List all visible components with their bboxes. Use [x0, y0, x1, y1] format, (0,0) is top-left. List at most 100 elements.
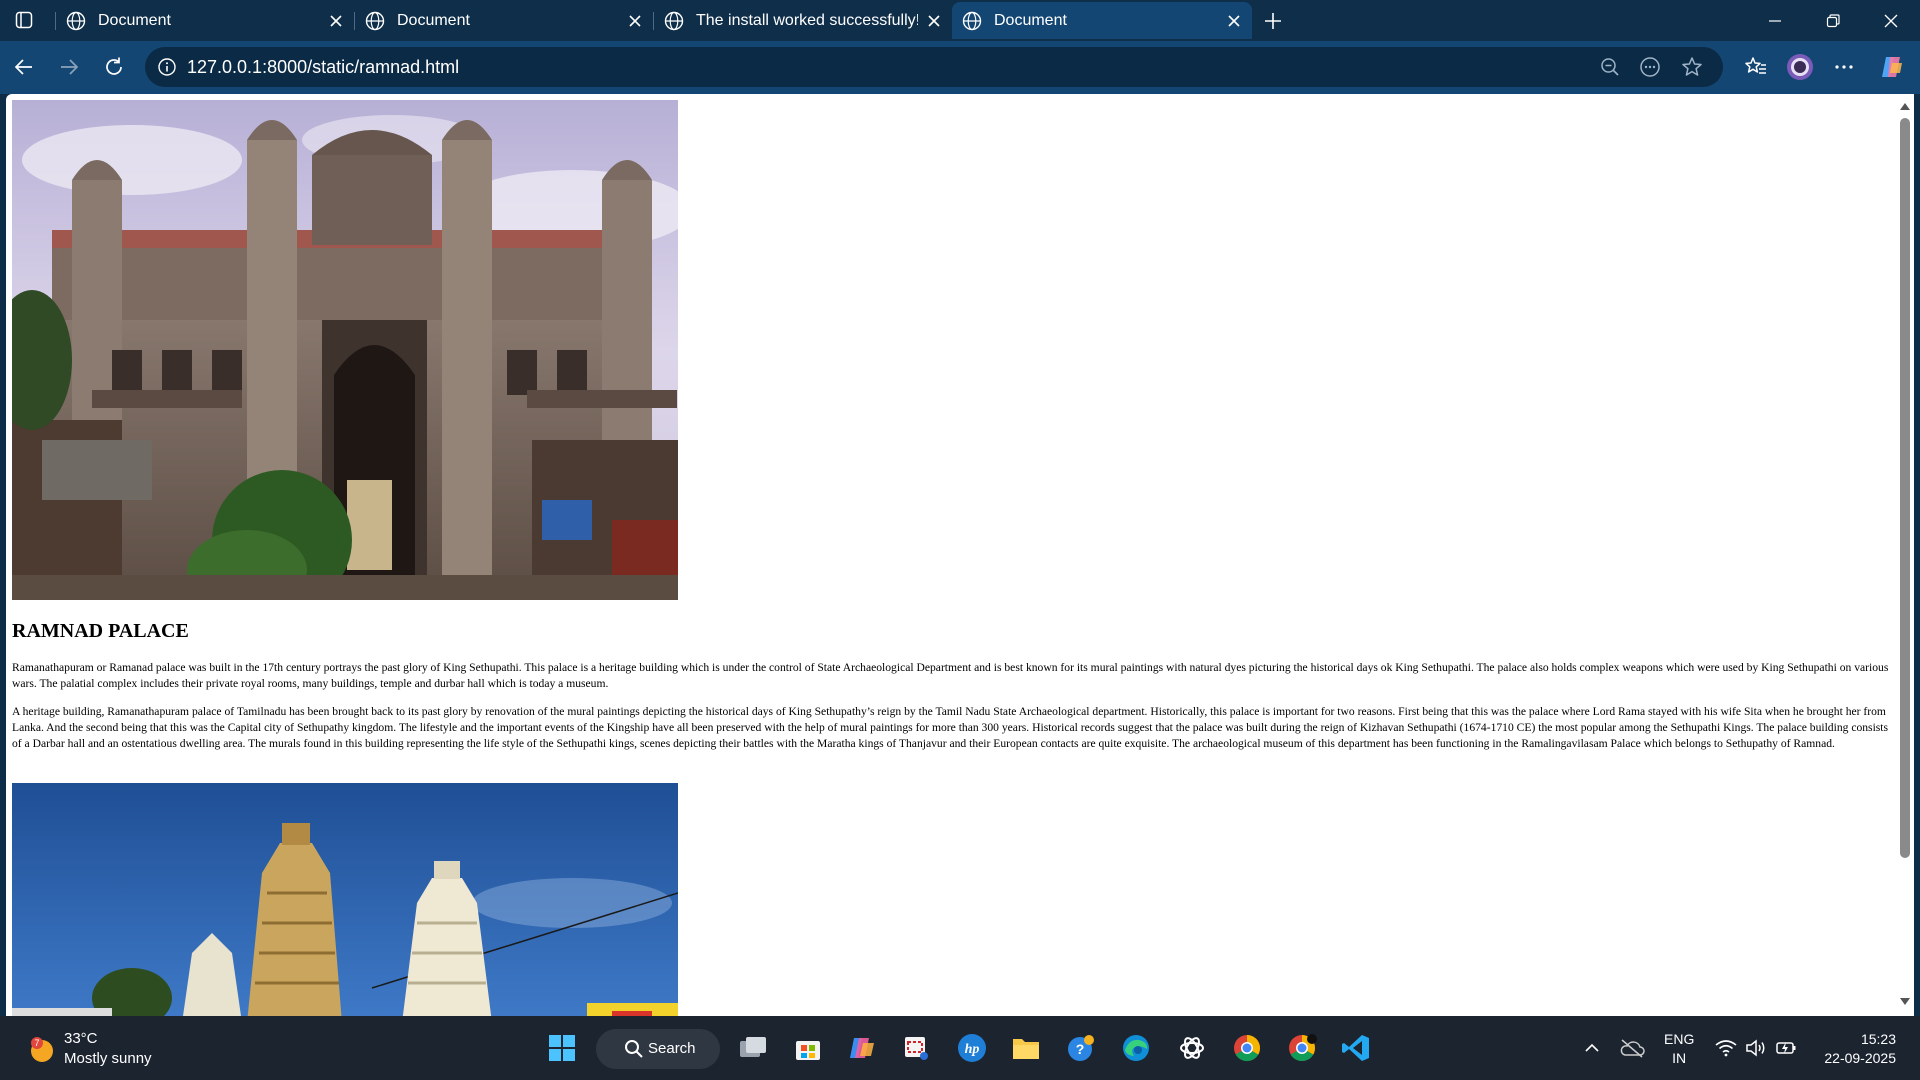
window-close-button[interactable] [1878, 8, 1904, 34]
file-explorer-button[interactable] [1008, 1030, 1044, 1066]
tab-title: The install worked successfully! Co [696, 11, 918, 29]
tab-title: Document [397, 11, 470, 29]
minimize-icon [1769, 20, 1781, 22]
tab-title: Document [994, 11, 1067, 29]
region-code: IN [1672, 1050, 1687, 1066]
restore-button[interactable] [1820, 8, 1846, 34]
info-icon[interactable] [157, 57, 177, 77]
settings-more-button[interactable] [1830, 53, 1858, 81]
battery-button[interactable] [1768, 1030, 1804, 1066]
search-icon [625, 1040, 643, 1058]
vscode-button[interactable] [1338, 1030, 1374, 1066]
language-code: ENG [1664, 1031, 1695, 1047]
copilot-icon [1882, 57, 1902, 77]
temple-photo [12, 783, 678, 1016]
tab-install-worked[interactable]: The install worked successfully! Co [654, 2, 952, 39]
hp-logo-icon: hp [958, 1034, 986, 1062]
tab-document-active[interactable]: Document [952, 2, 1252, 39]
paragraph-history: A heritage building, Ramanathapuram pala… [12, 705, 1889, 750]
folder-icon [1013, 1039, 1039, 1059]
favorites-button[interactable] [1742, 53, 1770, 81]
store-button[interactable] [790, 1030, 826, 1066]
clock-time: 15:23 [1860, 1031, 1896, 1047]
sun-icon: 7 [31, 1037, 53, 1062]
weather-temperature: 33°C [64, 1030, 98, 1047]
page-viewport: RAMNAD PALACE Ramanathapuram or Ramanad … [6, 94, 1896, 1016]
zoom-out-icon[interactable] [1599, 56, 1621, 78]
hp-app-button[interactable]: hp [954, 1030, 990, 1066]
globe-icon [664, 11, 684, 30]
tab-title: Document [98, 11, 171, 29]
copilot-app-button[interactable] [844, 1030, 880, 1066]
windows-start-icon [549, 1035, 575, 1061]
avatar [1787, 54, 1813, 80]
onedrive-button[interactable] [1614, 1030, 1650, 1066]
scroll-down-arrow-icon[interactable] [1899, 996, 1911, 1008]
new-tab-button[interactable] [1260, 8, 1286, 34]
url-text[interactable]: 127.0.0.1:8000/static/ramnad.html [187, 57, 459, 78]
help-icon: ? [1068, 1035, 1094, 1061]
favorite-star-icon[interactable] [1681, 56, 1703, 78]
arrow-right-icon [61, 59, 79, 75]
profile-button[interactable] [1786, 53, 1814, 81]
clock-date: 22-09-2025 [1824, 1050, 1896, 1066]
chrome-button[interactable] [1229, 1030, 1265, 1066]
search-label: Search [648, 1040, 696, 1057]
browser-titlebar: Document Document The install worked suc… [0, 0, 1920, 41]
paragraph-intro: Ramanathapuram or Ramanad palace was bui… [12, 661, 1889, 690]
vscode-icon [1342, 1035, 1369, 1061]
close-icon [1884, 14, 1898, 28]
snipping-tool-icon [905, 1037, 928, 1060]
restore-icon [1826, 14, 1840, 28]
cloud-offline-icon [1620, 1039, 1645, 1058]
chrome-icon [1289, 1034, 1317, 1062]
minimize-button[interactable] [1762, 8, 1788, 34]
reading-mode-icon[interactable] [1639, 56, 1661, 78]
close-icon[interactable] [625, 11, 645, 31]
store-icon [796, 1041, 820, 1060]
favorites-icon [1745, 57, 1766, 74]
chatgpt-button[interactable] [1174, 1030, 1210, 1066]
task-view-icon [740, 1037, 766, 1057]
battery-charging-icon [1776, 1042, 1796, 1054]
address-bar[interactable]: 127.0.0.1:8000/static/ramnad.html [145, 47, 1723, 87]
weather-condition: Mostly sunny [64, 1050, 152, 1067]
close-icon[interactable] [924, 11, 944, 31]
show-hidden-icons-button[interactable] [1574, 1030, 1610, 1066]
wifi-icon [1715, 1040, 1737, 1057]
chevron-up-icon [1585, 1043, 1599, 1052]
ramnad-palace-photo [12, 100, 678, 600]
browser-toolbar: 127.0.0.1:8000/static/ramnad.html [0, 41, 1920, 94]
windows-taskbar: 7 33°C Mostly sunny Search hp ? ENG IN 1… [0, 1016, 1920, 1080]
edge-button[interactable] [1118, 1030, 1154, 1066]
scroll-up-arrow-icon[interactable] [1899, 100, 1911, 112]
refresh-button[interactable] [100, 53, 128, 81]
globe-icon [365, 11, 385, 30]
chrome-icon [1234, 1035, 1261, 1062]
input-language[interactable]: ENG IN [1664, 1030, 1694, 1068]
close-icon[interactable] [326, 11, 346, 31]
speaker-icon [1746, 1039, 1765, 1057]
weather-widget[interactable]: 7 33°C Mostly sunny [24, 1026, 204, 1070]
page-scrollbar[interactable] [1896, 94, 1914, 1016]
start-button[interactable] [544, 1030, 580, 1066]
svg-text:?: ? [1076, 1041, 1085, 1057]
close-icon[interactable] [1224, 11, 1244, 31]
scrollbar-thumb[interactable] [1900, 118, 1910, 858]
tab-document-2[interactable]: Document [355, 2, 653, 39]
tab-document-1[interactable]: Document [56, 2, 354, 39]
plus-icon [1265, 13, 1281, 29]
edge-icon [1123, 1035, 1149, 1061]
back-button[interactable] [10, 53, 38, 81]
chrome-profile-button[interactable] [1284, 1030, 1320, 1066]
forward-button[interactable] [55, 53, 83, 81]
globe-icon [962, 11, 982, 30]
task-view-button[interactable] [735, 1030, 771, 1066]
get-help-button[interactable]: ? [1063, 1030, 1099, 1066]
arrow-left-icon [14, 59, 32, 75]
tab-actions-icon[interactable] [10, 7, 38, 33]
clock[interactable]: 15:23 22-09-2025 [1800, 1030, 1896, 1068]
copilot-button[interactable] [1878, 53, 1906, 81]
snipping-tool-button[interactable] [898, 1030, 934, 1066]
taskbar-search[interactable]: Search [596, 1029, 720, 1069]
